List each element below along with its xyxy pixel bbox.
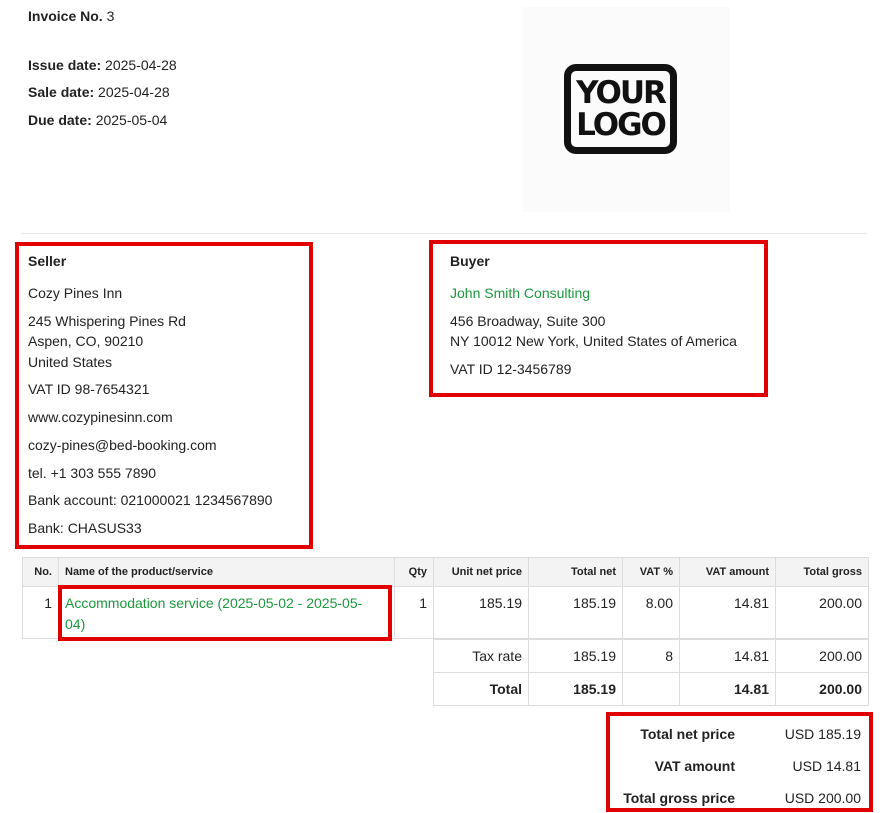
- logo-mark: YOUR LOGO: [564, 64, 677, 154]
- due-date: Due date: 2025-05-04: [28, 112, 167, 128]
- issue-date-label: Issue date:: [28, 57, 102, 73]
- tax-summary-table: Tax rate 185.19 8 14.81 200.00 Total 185…: [433, 639, 869, 706]
- total-label: Total: [433, 672, 529, 706]
- invoice-number-value: 3: [106, 8, 115, 24]
- sale-date: Sale date: 2025-04-28: [28, 84, 170, 100]
- col-header-total-gross: Total gross: [775, 557, 869, 587]
- seller-title: Seller: [28, 253, 67, 269]
- total-total-net: 185.19: [528, 672, 623, 706]
- seller-name: Cozy Pines Inn: [28, 285, 123, 301]
- col-header-vat-amount: VAT amount: [679, 557, 776, 587]
- seller-address-line1: 245 Whispering Pines Rd: [28, 313, 186, 329]
- row-no: 1: [22, 586, 59, 639]
- seller-vat-id: VAT ID 98-7654321: [28, 381, 150, 397]
- invoice-number: Invoice No. 3: [28, 8, 114, 24]
- total-vat-pct-empty: [622, 672, 680, 706]
- total-net-price-label: Total net price: [640, 726, 735, 742]
- col-header-total-net: Total net: [528, 557, 623, 587]
- seller-address-line2: Aspen, CO, 90210: [28, 333, 144, 349]
- row-qty: 1: [394, 586, 434, 639]
- row-unit-net: 185.19: [433, 586, 529, 639]
- buyer-address-line1: 456 Broadway, Suite 300: [450, 313, 606, 329]
- tax-rate-row: Tax rate 185.19 8 14.81 200.00: [433, 639, 869, 673]
- col-header-no: No.: [22, 557, 59, 587]
- row-vat-pct: 8.00: [622, 586, 680, 639]
- total-total-gross: 200.00: [775, 672, 869, 706]
- buyer-name-link[interactable]: John Smith Consulting: [450, 285, 590, 301]
- seller-bank-account: Bank account: 021000021 1234567890: [28, 492, 273, 508]
- due-date-value: 2025-05-04: [95, 112, 168, 128]
- sale-date-label: Sale date:: [28, 84, 95, 100]
- vat-amount-label: VAT amount: [654, 758, 735, 774]
- product-highlight-box: [58, 585, 392, 641]
- total-gross-price-value: USD 200.00: [784, 790, 861, 806]
- seller-phone: tel. +1 303 555 7890: [28, 465, 157, 481]
- tax-rate-vat-pct: 8: [622, 639, 680, 673]
- vat-amount-value: USD 14.81: [792, 758, 861, 774]
- total-net-price-value: USD 185.19: [784, 726, 861, 742]
- col-header-name: Name of the product/service: [58, 557, 395, 587]
- table-header-row: No. Name of the product/service Qty Unit…: [22, 557, 869, 587]
- logo-placeholder: YOUR LOGO: [523, 7, 730, 212]
- seller-email[interactable]: cozy-pines@bed-booking.com: [28, 437, 217, 453]
- issue-date-value: 2025-04-28: [105, 57, 177, 73]
- invoice-number-label: Invoice No.: [28, 8, 103, 24]
- due-date-label: Due date:: [28, 112, 92, 128]
- seller-website[interactable]: www.cozypinesinn.com: [28, 409, 173, 425]
- logo-text-line1: YOUR: [576, 75, 667, 111]
- total-gross-price-label: Total gross price: [623, 790, 735, 806]
- tax-rate-vat-amount: 14.81: [679, 639, 776, 673]
- seller-country: United States: [28, 354, 113, 370]
- row-total-net: 185.19: [528, 586, 623, 639]
- col-header-vat-pct: VAT %: [622, 557, 680, 587]
- row-vat-amount: 14.81: [679, 586, 776, 639]
- buyer-title: Buyer: [450, 253, 490, 269]
- total-vat-amount: 14.81: [679, 672, 776, 706]
- sale-date-value: 2025-04-28: [98, 84, 170, 100]
- tax-rate-label: Tax rate: [433, 639, 529, 673]
- total-row: Total 185.19 14.81 200.00: [433, 672, 869, 706]
- logo-text-line2: LOGO: [576, 107, 667, 143]
- header-divider: [22, 233, 866, 234]
- buyer-vat-id: VAT ID 12-3456789: [450, 361, 572, 377]
- buyer-address-line2: NY 10012 New York, United States of Amer…: [450, 333, 737, 349]
- tax-rate-total-net: 185.19: [528, 639, 623, 673]
- tax-rate-total-gross: 200.00: [775, 639, 869, 673]
- col-header-qty: Qty: [394, 557, 434, 587]
- issue-date: Issue date: 2025-04-28: [28, 57, 177, 73]
- col-header-unit-net: Unit net price: [433, 557, 529, 587]
- row-total-gross: 200.00: [775, 586, 869, 639]
- seller-bank: Bank: CHASUS33: [28, 520, 142, 536]
